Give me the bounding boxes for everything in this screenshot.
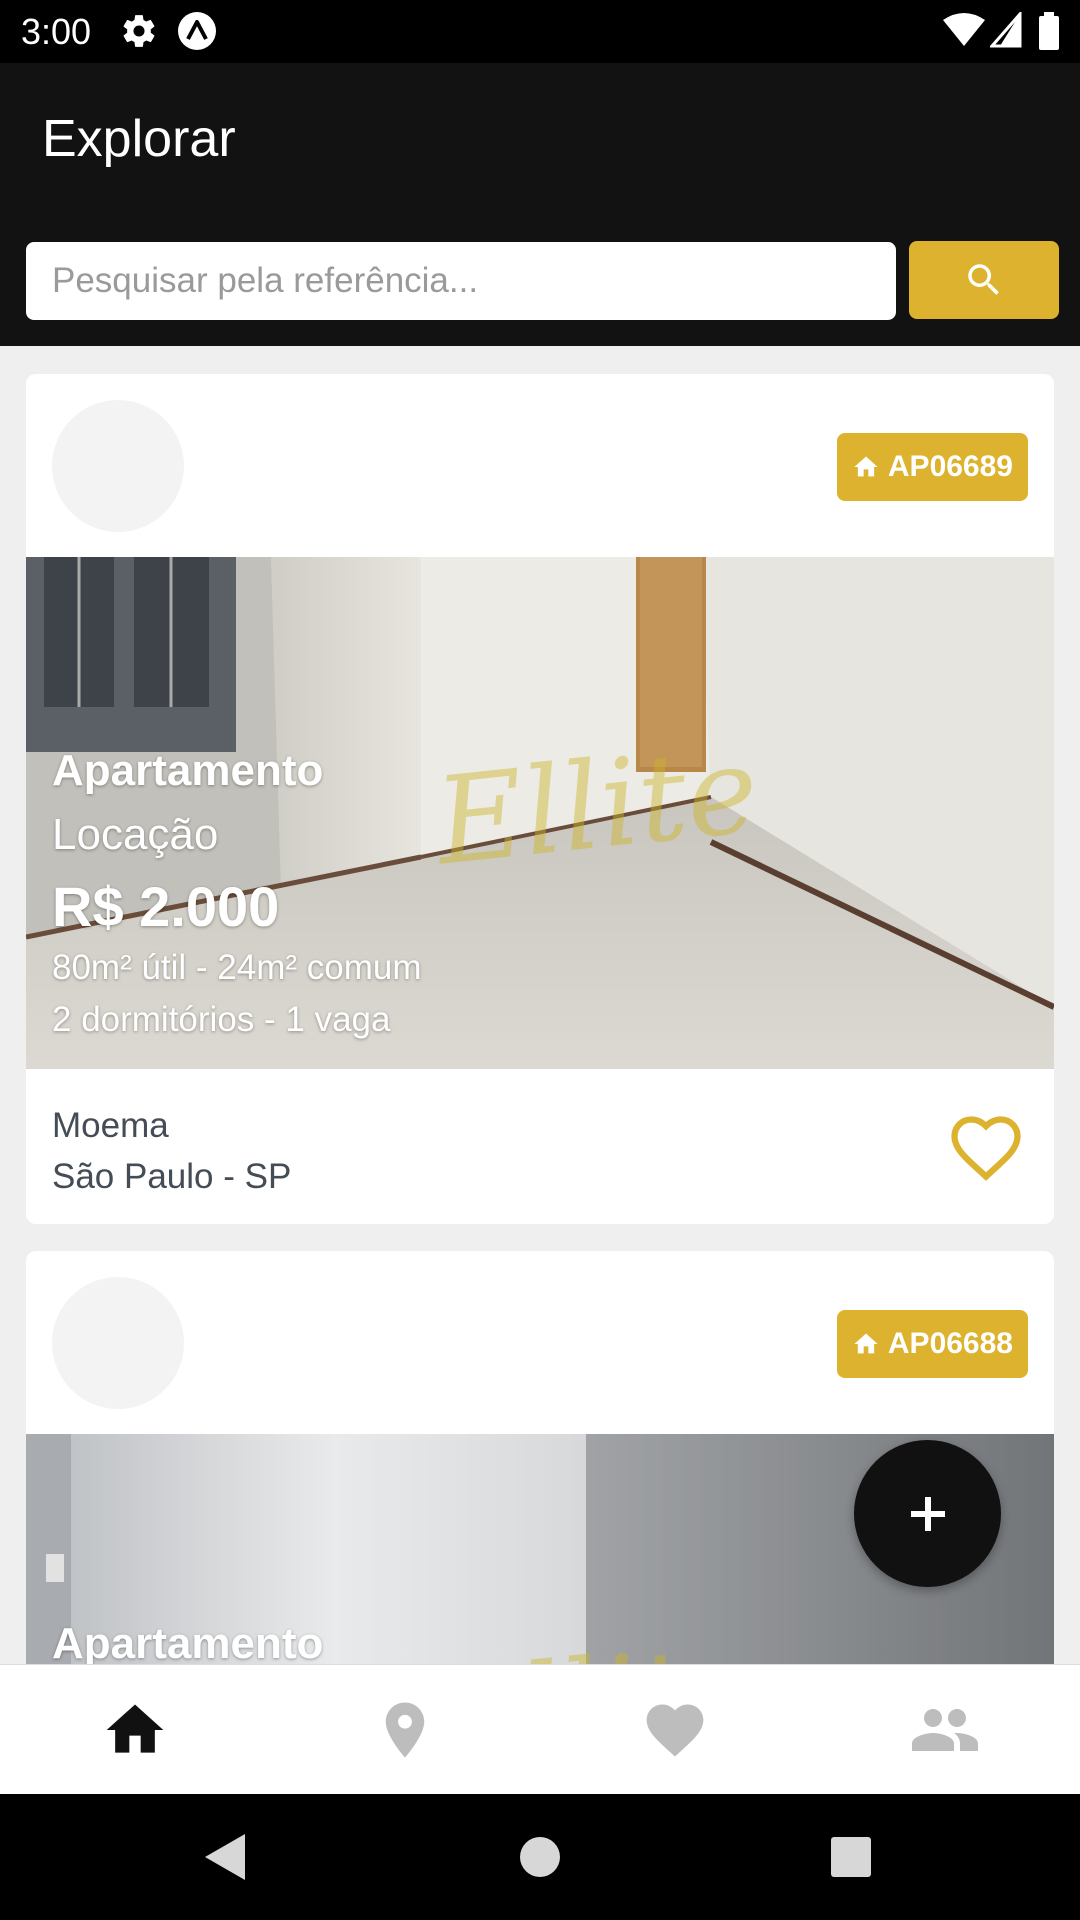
nav-home[interactable] bbox=[0, 1665, 270, 1795]
location: Moema São Paulo - SP bbox=[52, 1100, 291, 1202]
home-button[interactable] bbox=[510, 1827, 570, 1887]
agency-avatar bbox=[52, 1277, 184, 1409]
home-icon bbox=[854, 456, 878, 477]
back-button[interactable] bbox=[195, 1827, 255, 1887]
transaction-type: Locação bbox=[52, 810, 219, 859]
reference-badge: AP06688 bbox=[836, 1310, 1028, 1378]
home-circle-icon bbox=[520, 1837, 560, 1877]
heart-icon bbox=[646, 1704, 704, 1757]
cellular-signal-icon bbox=[988, 10, 1022, 53]
reference-badge: AP06689 bbox=[836, 433, 1028, 501]
recents-button[interactable] bbox=[821, 1827, 881, 1887]
search-icon bbox=[968, 264, 999, 295]
app-bar: Explorar bbox=[0, 63, 1080, 346]
home-icon bbox=[854, 1333, 878, 1354]
battery-icon bbox=[1038, 12, 1060, 55]
area-info: 80m² útil - 24m² comum bbox=[52, 948, 422, 987]
status-time: 3:00 bbox=[21, 11, 92, 52]
page-title: Explorar bbox=[42, 110, 236, 168]
home-icon bbox=[106, 1704, 164, 1753]
search-input[interactable] bbox=[26, 242, 896, 320]
back-triangle-icon bbox=[205, 1834, 245, 1880]
search-button[interactable] bbox=[909, 241, 1059, 319]
bottom-navigation bbox=[0, 1664, 1080, 1794]
status-bar: 3:00 bbox=[0, 0, 1080, 63]
rooms-info: 2 dormitórios - 1 vaga bbox=[52, 1000, 391, 1039]
price: R$ 2.000 bbox=[52, 875, 280, 938]
heart-outline-icon bbox=[951, 1116, 1021, 1181]
city: São Paulo - SP bbox=[52, 1157, 292, 1196]
location-pin-icon bbox=[385, 1702, 425, 1758]
favorite-button[interactable] bbox=[944, 1105, 1028, 1183]
agency-avatar bbox=[52, 400, 184, 532]
wifi-icon bbox=[942, 12, 986, 53]
app-notification-icon bbox=[177, 11, 217, 56]
people-icon bbox=[912, 1709, 978, 1751]
reference-code: AP06688 bbox=[887, 1327, 1013, 1360]
nav-favorites[interactable] bbox=[540, 1665, 810, 1795]
plus-icon bbox=[910, 1496, 945, 1531]
nav-map[interactable] bbox=[270, 1665, 540, 1795]
add-button[interactable] bbox=[854, 1440, 1001, 1587]
settings-icon bbox=[120, 12, 158, 55]
neighborhood: Moema bbox=[52, 1106, 169, 1145]
system-navigation-bar bbox=[0, 1794, 1080, 1920]
listing-card[interactable]: AP06689 Ellite Apartamento Locação R$ 2.… bbox=[26, 374, 1054, 1224]
property-type: Apartamento bbox=[52, 746, 324, 795]
listing-photo[interactable]: Ellite Apartamento Locação R$ 2.000 80m²… bbox=[26, 557, 1054, 1069]
recents-square-icon bbox=[831, 1837, 871, 1877]
nav-contacts[interactable] bbox=[810, 1665, 1080, 1795]
reference-code: AP06689 bbox=[887, 450, 1013, 483]
